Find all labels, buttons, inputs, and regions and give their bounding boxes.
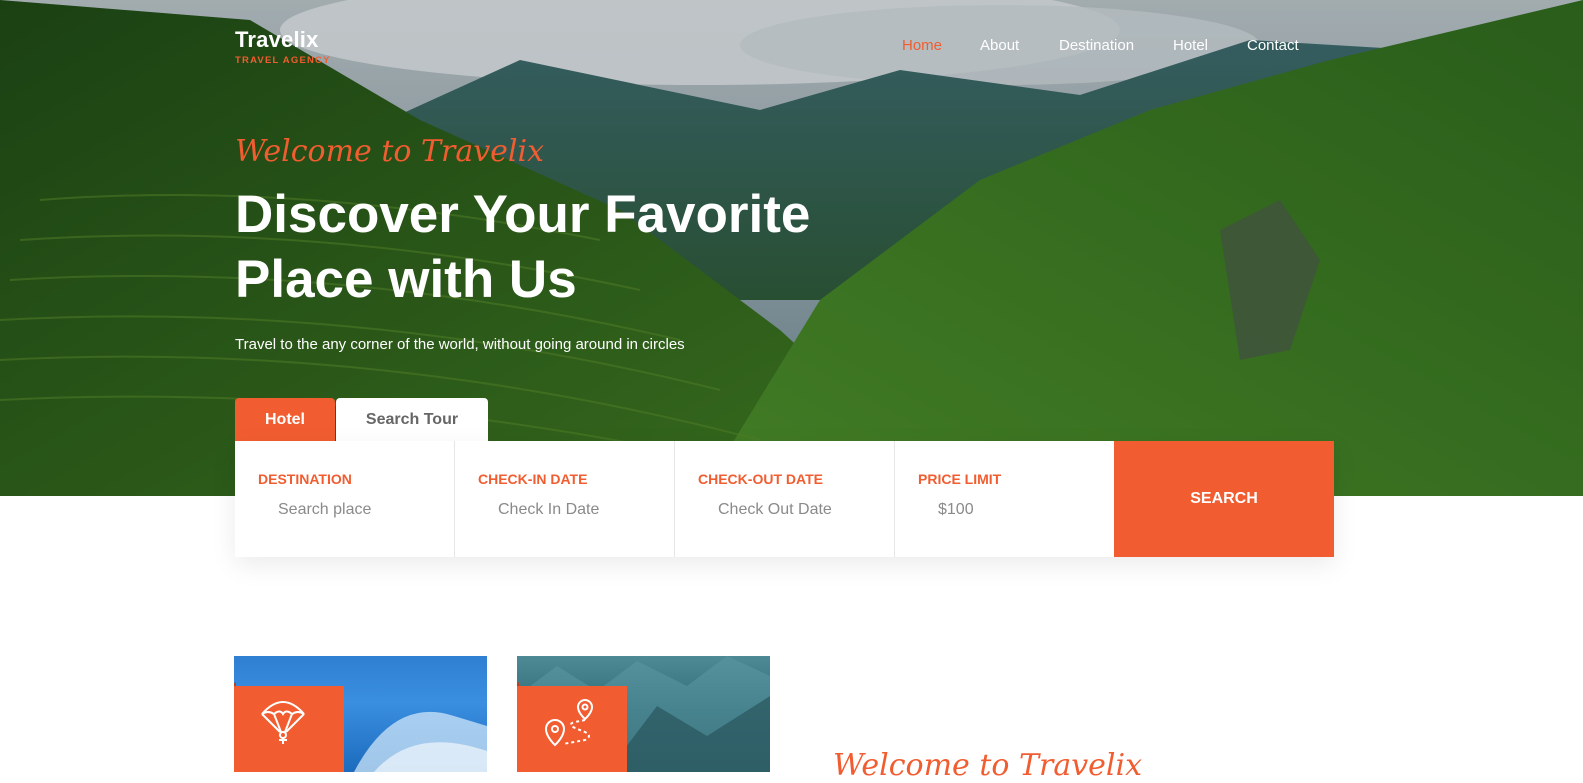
- check-in-label: CHECK-IN DATE: [478, 471, 588, 487]
- destination-input[interactable]: [278, 501, 448, 519]
- nav-item-home[interactable]: Home: [902, 37, 942, 54]
- about-welcome-text: Welcome to Travelix: [833, 748, 1143, 783]
- price-limit-input[interactable]: [938, 501, 1108, 519]
- nav-item-contact[interactable]: Contact: [1247, 37, 1299, 54]
- hero-subline: Travel to the any corner of the world, w…: [235, 336, 685, 353]
- feature-card-2[interactable]: [517, 656, 770, 772]
- check-out-field-group: CHECK-OUT DATE: [675, 441, 895, 557]
- hero-headline-line-2: Place with Us: [235, 250, 577, 309]
- route-icon: [544, 698, 594, 747]
- check-out-label: CHECK-OUT DATE: [698, 471, 823, 487]
- nav-item-about[interactable]: About: [980, 37, 1019, 54]
- hero-headline: Discover Your Favorite Place with Us: [235, 182, 935, 312]
- main-nav: Home About Destination Hotel Contact: [0, 37, 1583, 57]
- card-1-icon-box: [234, 686, 344, 772]
- destination-field-group: DESTINATION: [235, 441, 455, 557]
- price-limit-label: PRICE LIMIT: [918, 471, 1002, 487]
- card-2-icon-box: [517, 686, 627, 772]
- check-in-input[interactable]: [498, 501, 668, 519]
- search-button[interactable]: SEARCH: [1114, 441, 1334, 557]
- nav-item-destination[interactable]: Destination: [1059, 37, 1134, 54]
- parachute-icon: [261, 701, 305, 744]
- destination-label: DESTINATION: [258, 471, 352, 487]
- check-in-field-group: CHECK-IN DATE: [455, 441, 675, 557]
- price-limit-field-group: PRICE LIMIT: [895, 441, 1115, 557]
- hero-headline-line-1: Discover Your Favorite: [235, 185, 811, 244]
- tab-search-tour[interactable]: Search Tour: [336, 398, 488, 442]
- check-out-input[interactable]: [718, 501, 888, 519]
- tab-hotel[interactable]: Hotel: [235, 398, 335, 442]
- feature-card-1[interactable]: [234, 656, 487, 772]
- hero-welcome-text: Welcome to Travelix: [235, 134, 545, 169]
- nav-item-hotel[interactable]: Hotel: [1173, 37, 1208, 54]
- search-form: DESTINATION CHECK-IN DATE CHECK-OUT DATE…: [235, 441, 1334, 557]
